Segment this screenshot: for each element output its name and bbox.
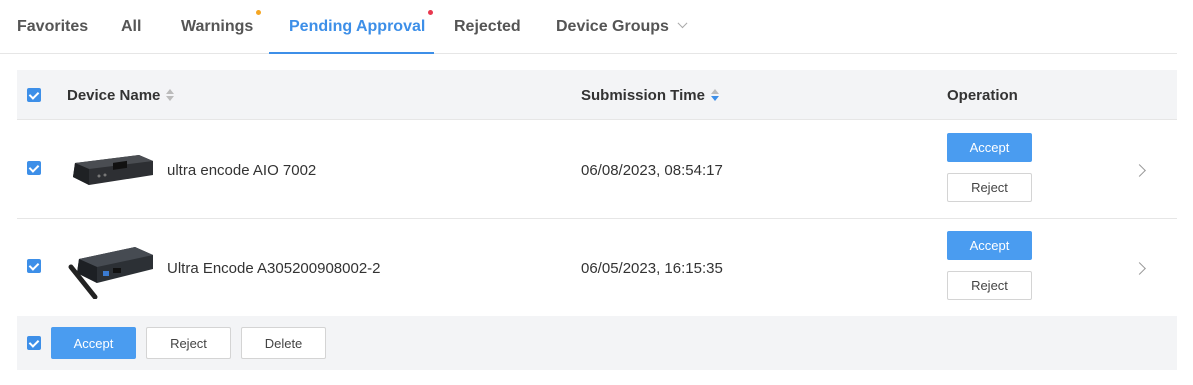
submission-time-cell: 06/08/2023, 08:54:17 xyxy=(581,121,723,219)
column-submission-time[interactable]: Submission Time xyxy=(581,70,719,120)
column-device-name[interactable]: Device Name xyxy=(67,70,175,120)
column-label: Submission Time xyxy=(581,86,705,104)
device-name: Ultra Encode A305200908002-2 xyxy=(167,259,381,277)
device-name: ultra encode AIO 7002 xyxy=(167,161,317,179)
bulk-reject-button[interactable]: Reject xyxy=(146,327,231,359)
tab-favorites[interactable]: Favorites xyxy=(17,0,88,54)
active-tab-indicator xyxy=(269,52,434,54)
chevron-down-icon xyxy=(677,17,688,28)
tab-label: Device Groups xyxy=(556,18,669,35)
column-operation: Operation xyxy=(947,70,1018,120)
tab-pending-approval[interactable]: Pending Approval xyxy=(289,0,434,54)
tab-label: Favorites xyxy=(17,18,89,35)
tab-label: Pending Approval xyxy=(289,18,426,35)
tab-label: Rejected xyxy=(454,18,521,35)
row-checkbox[interactable] xyxy=(27,259,41,273)
device-thumbnail-icon xyxy=(73,155,153,185)
tab-rejected[interactable]: Rejected xyxy=(454,0,521,54)
device-thumbnail-icon xyxy=(68,247,153,299)
table-row[interactable]: ultra encode AIO 7002 06/08/2023, 08:54:… xyxy=(17,121,1177,219)
accept-button[interactable]: Accept xyxy=(947,133,1032,162)
chevron-right-icon[interactable] xyxy=(1133,164,1146,177)
bulk-accept-button[interactable]: Accept xyxy=(51,327,136,359)
bulk-action-bar: Accept Reject Delete xyxy=(17,316,1177,370)
chevron-right-icon[interactable] xyxy=(1133,262,1146,275)
submission-time: 06/05/2023, 16:15:35 xyxy=(581,259,723,277)
reject-button[interactable]: Reject xyxy=(947,173,1032,202)
column-label: Device Name xyxy=(67,86,161,104)
tab-all[interactable]: All xyxy=(121,0,141,54)
device-name-cell: ultra encode AIO 7002 xyxy=(167,121,316,219)
device-name-cell: Ultra Encode A305200908002-2 xyxy=(167,219,381,317)
tab-bar: Favorites All Warnings Pending Approval … xyxy=(0,0,1177,54)
accept-button[interactable]: Accept xyxy=(947,231,1032,260)
select-all-checkbox[interactable] xyxy=(27,88,41,102)
table-header: Device Name Submission Time Operation xyxy=(17,70,1177,120)
tab-label: Warnings xyxy=(181,18,254,35)
reject-button[interactable]: Reject xyxy=(947,271,1032,300)
submission-time: 06/08/2023, 08:54:17 xyxy=(581,161,723,179)
sort-icon[interactable] xyxy=(166,89,175,101)
tab-label: All xyxy=(121,18,142,35)
bulk-select-checkbox[interactable] xyxy=(27,336,41,350)
warning-dot-icon xyxy=(256,10,262,15)
submission-time-cell: 06/05/2023, 16:15:35 xyxy=(581,219,723,317)
column-label: Operation xyxy=(947,86,1018,104)
table-row[interactable]: Ultra Encode A305200908002-2 06/05/2023,… xyxy=(17,219,1177,317)
row-checkbox[interactable] xyxy=(27,161,41,175)
sort-icon[interactable] xyxy=(710,89,719,101)
bulk-delete-button[interactable]: Delete xyxy=(241,327,326,359)
tab-warnings[interactable]: Warnings xyxy=(181,0,262,54)
notification-dot-icon xyxy=(428,10,434,15)
tab-device-groups[interactable]: Device Groups xyxy=(556,0,688,54)
